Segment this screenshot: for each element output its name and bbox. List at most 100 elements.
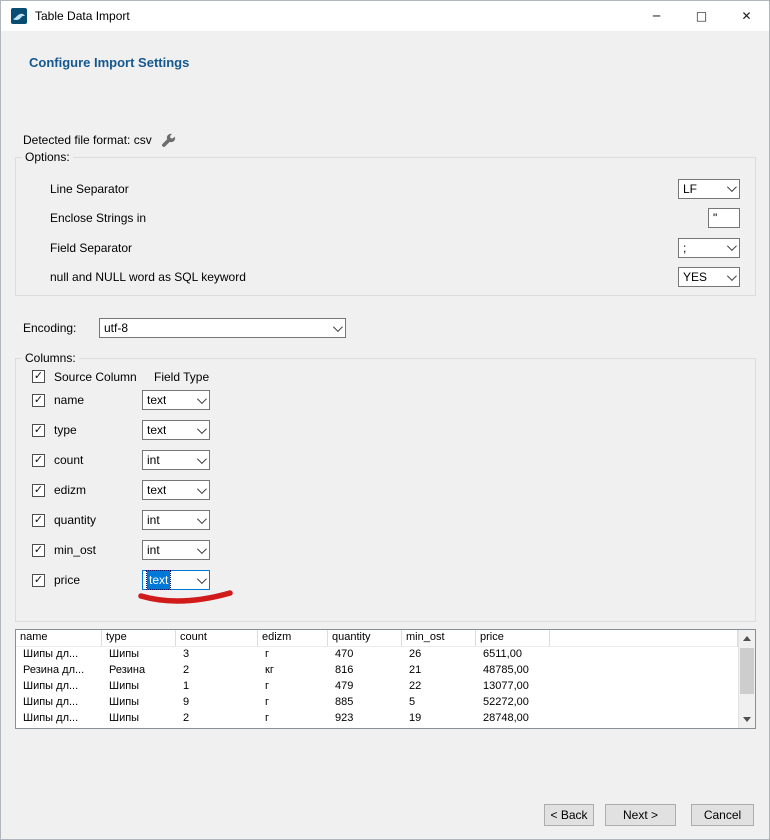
preview-header-min_ost[interactable]: min_ost — [402, 630, 476, 647]
table-row[interactable]: Резина дл...Резина2кг8162148785,00 — [16, 663, 738, 679]
scrollbar-thumb[interactable] — [740, 648, 754, 694]
column-rows: ✓nametext✓typetext✓countint✓edizmtext✓qu… — [16, 385, 755, 595]
wrench-icon[interactable] — [161, 133, 176, 148]
next-button[interactable]: Next > — [605, 804, 676, 826]
field-type-select-name[interactable]: text — [142, 390, 210, 410]
preview-cell: г — [258, 647, 328, 663]
preview-cell: 479 — [328, 679, 402, 695]
null-keyword-select[interactable]: YES — [678, 267, 740, 287]
field-type-select-edizm[interactable]: text — [142, 480, 210, 500]
mysql-workbench-icon — [11, 8, 27, 24]
preview-cell: г — [258, 695, 328, 711]
field-separator-select[interactable]: ; — [678, 238, 740, 258]
maximize-button[interactable]: □ — [679, 1, 724, 31]
column-checkbox-name[interactable]: ✓ — [32, 394, 45, 407]
column-row-edizm: ✓ edizm text — [16, 475, 755, 505]
preview-cell: Резина дл... — [16, 663, 102, 679]
preview-header-name[interactable]: name — [16, 630, 102, 647]
table-row[interactable]: Шипы дл...Шипы9г885552272,00 — [16, 695, 738, 711]
column-checkbox-type[interactable]: ✓ — [32, 424, 45, 437]
preview-cell: Резина — [102, 663, 176, 679]
field-type-select-type-value: text — [147, 421, 166, 439]
null-keyword-label: null and NULL word as SQL keyword — [50, 270, 246, 284]
preview-cell: Шипы — [102, 695, 176, 711]
field-type-select-min_ost-value: int — [147, 541, 160, 559]
chevron-down-icon — [195, 455, 205, 465]
line-separator-label: Line Separator — [50, 182, 129, 196]
preview-cell: Шипы — [102, 711, 176, 727]
column-row-quantity: ✓ quantityint — [16, 505, 755, 535]
chevron-down-icon — [195, 515, 205, 525]
preview-header-count[interactable]: count — [176, 630, 258, 647]
field-type-select-price-value: text — [147, 571, 170, 589]
column-checkbox-price[interactable]: ✓ — [32, 574, 45, 587]
preview-cell: 2 — [176, 663, 258, 679]
source-column-header: Source Column — [54, 370, 154, 384]
field-type-select-count[interactable]: int — [142, 450, 210, 470]
encoding-select[interactable]: utf-8 — [99, 318, 346, 338]
columns-header: ✓ Source Column Field Type — [16, 368, 755, 385]
field-type-select-price[interactable]: text — [142, 570, 210, 590]
column-checkbox-count[interactable]: ✓ — [32, 454, 45, 467]
column-checkbox-quantity[interactable]: ✓ — [32, 514, 45, 527]
encoding-row: Encoding: utf-8 — [23, 318, 346, 338]
preview-cell-fill — [550, 663, 738, 679]
preview-grid: nametypecountedizmquantitymin_ostprice Ш… — [16, 630, 738, 728]
column-checkbox-min_ost[interactable]: ✓ — [32, 544, 45, 557]
column-label-quantity: quantity — [54, 513, 142, 527]
close-button[interactable]: ✕ — [724, 1, 769, 31]
preview-cell: 1 — [176, 679, 258, 695]
table-row[interactable]: Шипы дл...Шипы2г9231928748,00 — [16, 711, 738, 727]
chevron-down-icon — [331, 323, 341, 333]
column-checkbox-edizm[interactable]: ✓ — [32, 484, 45, 497]
line-separator-select[interactable]: LF — [678, 179, 740, 199]
preview-cell: 885 — [328, 695, 402, 711]
preview-cell: Шипы — [102, 647, 176, 663]
field-separator-label: Field Separator — [50, 241, 132, 255]
options-group: Options: Line SeparatorLFEnclose Strings… — [15, 157, 756, 296]
cancel-button[interactable]: Cancel — [691, 804, 754, 826]
column-label-name: name — [54, 393, 142, 407]
column-row-type: ✓typetext — [16, 415, 755, 445]
vertical-scrollbar[interactable] — [738, 630, 755, 728]
preview-cell: Шипы дл... — [16, 647, 102, 663]
preview-header-price[interactable]: price — [476, 630, 550, 647]
minimize-button[interactable]: ─ — [634, 1, 679, 31]
field-type-select-type[interactable]: text — [142, 420, 210, 440]
column-label-edizm: edizm — [54, 483, 142, 497]
table-row[interactable]: Шипы дл...Шипы3г470266511,00 — [16, 647, 738, 663]
scroll-down-icon[interactable] — [739, 711, 755, 728]
preview-cell: Шипы дл... — [16, 711, 102, 727]
preview-cell: 2 — [176, 711, 258, 727]
preview-cell: 5 — [402, 695, 476, 711]
null-keyword-select-value: YES — [683, 268, 707, 286]
field-type-header: Field Type — [154, 370, 209, 384]
preview-header-fill — [550, 630, 738, 647]
preview-header-quantity[interactable]: quantity — [328, 630, 402, 647]
table-row[interactable]: Шипы дл...Шипы1г4792213077,00 — [16, 679, 738, 695]
field-type-select-name-value: text — [147, 391, 166, 409]
columns-group: Columns: ✓ Source Column Field Type ✓nam… — [15, 358, 756, 622]
back-button[interactable]: < Back — [544, 804, 594, 826]
field-type-select-min_ost[interactable]: int — [142, 540, 210, 560]
preview-header-type[interactable]: type — [102, 630, 176, 647]
table-data-import-window: Table Data Import ─ □ ✕ Configure Import… — [0, 0, 770, 840]
preview-cell: 28748,00 — [476, 711, 550, 727]
encoding-label: Encoding: — [23, 321, 99, 335]
preview-cell: Шипы дл... — [16, 679, 102, 695]
chevron-down-icon — [725, 184, 735, 194]
scroll-up-icon[interactable] — [739, 630, 755, 647]
preview-table: nametypecountedizmquantitymin_ostprice Ш… — [15, 629, 756, 729]
enclose-strings-input[interactable]: " — [708, 208, 740, 228]
field-type-select-edizm-value: text — [147, 481, 166, 499]
preview-cell: кг — [258, 663, 328, 679]
columns-group-label: Columns: — [22, 351, 79, 365]
select-all-checkbox[interactable]: ✓ — [32, 370, 45, 383]
option-row: null and NULL word as SQL keyword YES — [16, 263, 755, 293]
field-type-select-quantity[interactable]: int — [142, 510, 210, 530]
preview-cell: г — [258, 711, 328, 727]
preview-header-edizm[interactable]: edizm — [258, 630, 328, 647]
preview-table-header: nametypecountedizmquantitymin_ostprice — [16, 630, 738, 647]
preview-cell: 9 — [176, 695, 258, 711]
preview-cell: 3 — [176, 647, 258, 663]
